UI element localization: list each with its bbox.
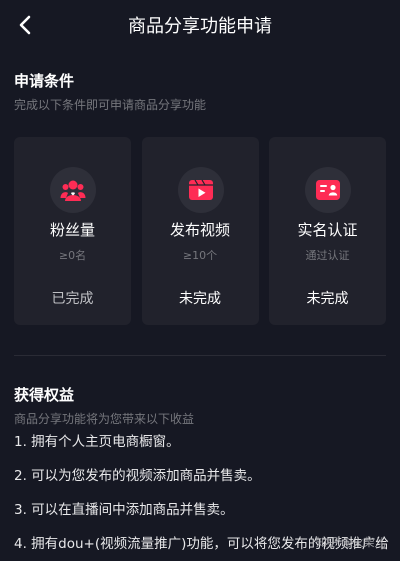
card-name: 实名认证 — [297, 221, 358, 239]
list-item: 2. 可以为您发布的视频添加商品并售卖。 — [14, 468, 261, 484]
watermark: 知乎 @火柴儿 — [316, 536, 386, 549]
card-name: 粉丝量 — [49, 221, 95, 239]
requirement-cards: 粉丝量 ≥0名 已完成 发布视频 ≥10个 未完成 实名认证 通过认证 未完成 — [14, 137, 386, 325]
requirement-card-video: 发布视频 ≥10个 未完成 — [141, 137, 259, 325]
benefits-subtitle: 商品分享功能将为您带来以下收益 — [14, 412, 195, 426]
card-requirement: ≥10个 — [182, 249, 218, 262]
card-requirement: 通过认证 — [305, 249, 350, 262]
list-item: 1. 拥有个人主页电商橱窗。 — [14, 434, 180, 450]
page-title: 商品分享功能申请 — [128, 16, 272, 37]
requirements-subtitle: 完成以下条件即可申请商品分享功能 — [14, 98, 207, 112]
requirement-card-identity: 实名认证 通过认证 未完成 — [269, 137, 386, 325]
card-status: 未完成 — [306, 291, 349, 307]
id-card-icon — [305, 167, 351, 213]
requirement-card-fans: 粉丝量 ≥0名 已完成 — [14, 137, 131, 325]
requirements-title: 申请条件 — [14, 72, 75, 90]
nav-bar: 商品分享功能申请 — [0, 0, 400, 50]
card-status: 未完成 — [179, 291, 221, 307]
card-status: 已完成 — [51, 291, 94, 307]
card-requirement: ≥0名 — [58, 249, 87, 262]
section-divider — [14, 355, 386, 356]
video-icon — [177, 167, 224, 213]
list-item: 3. 可以在直播间中添加商品并售卖。 — [14, 502, 234, 518]
card-name: 发布视频 — [169, 221, 230, 239]
benefits-title: 获得权益 — [14, 386, 75, 404]
fans-icon — [50, 167, 96, 213]
